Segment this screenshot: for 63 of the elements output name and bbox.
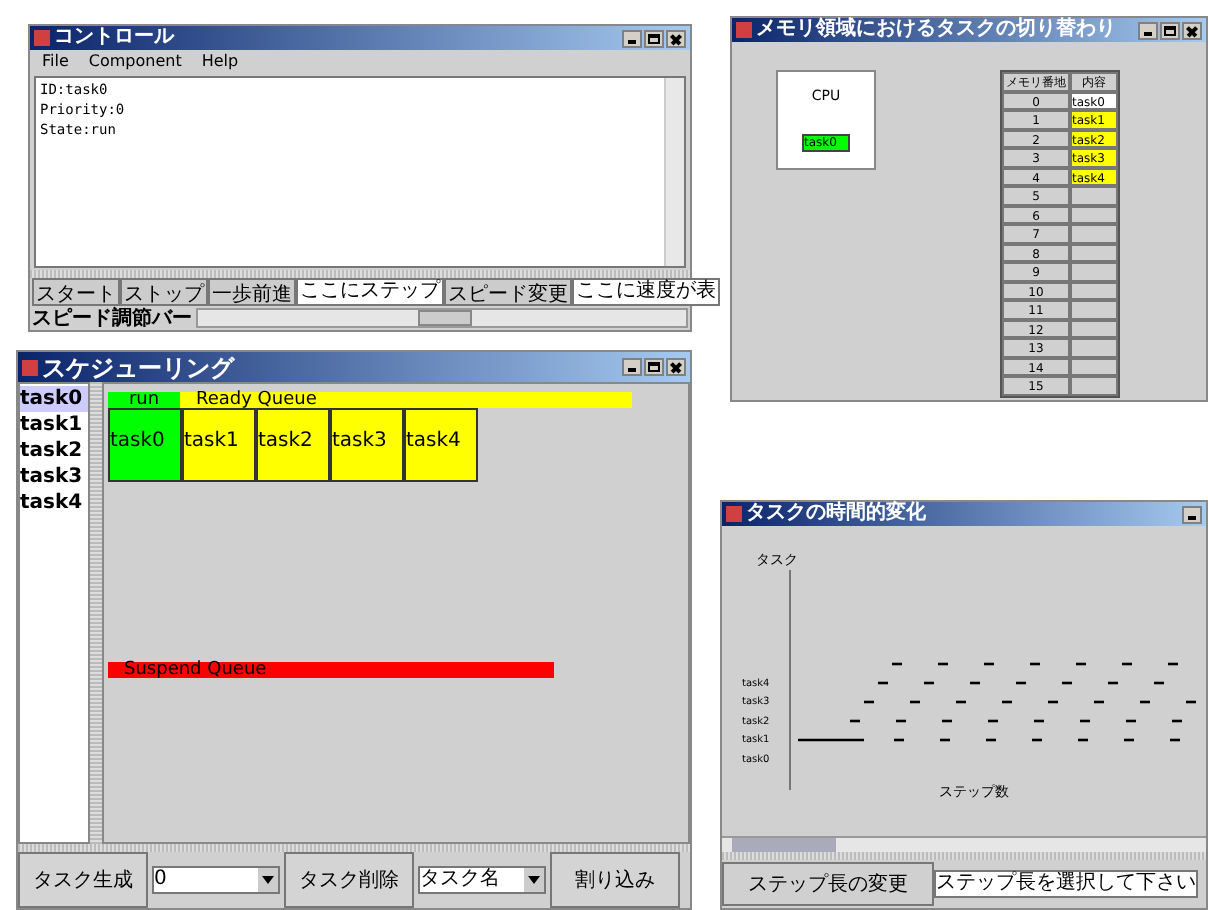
toolbar-button[interactable]: スピード変更 (444, 278, 572, 306)
empty-table-cell (1070, 357, 1118, 376)
speed-label: スピード調節バー (32, 304, 194, 332)
window-title: メモリ領域におけるタスクの切り替わり (756, 20, 1116, 40)
list-item[interactable]: task1 (20, 412, 88, 438)
empty-table-cell (1070, 205, 1118, 224)
list-item[interactable]: task0 (20, 386, 88, 412)
action-button[interactable]: 割り込み (550, 852, 680, 908)
minimize-button[interactable] (622, 29, 642, 47)
minimize-button[interactable] (1138, 21, 1158, 39)
input-field[interactable]: ここに速度が表 (572, 278, 720, 306)
task-block: task1 (182, 408, 256, 482)
task-block: task2 (256, 408, 330, 482)
app-icon (22, 359, 38, 375)
minimize-button[interactable] (1182, 505, 1202, 523)
empty-table-cell (1070, 186, 1118, 205)
empty-table-cell (1070, 224, 1118, 243)
slider-thumb[interactable] (417, 310, 471, 326)
speed-slider-track[interactable] (196, 308, 688, 328)
list-item[interactable]: task3 (20, 464, 88, 490)
empty-table-cell (1070, 376, 1118, 395)
window-title: タスクの時間的変化 (746, 504, 926, 524)
maximize-button[interactable] (644, 29, 664, 47)
task-block: task0 (108, 408, 182, 482)
task-block: task3 (330, 408, 404, 482)
step-button[interactable]: ステップ長の変更 (722, 862, 934, 906)
input-field[interactable]: ここにステップ (296, 278, 444, 306)
suspend-queue-label: Suspend Queue (108, 662, 554, 678)
action-button[interactable]: タスク生成 (18, 852, 148, 908)
empty-table-cell (1070, 300, 1118, 319)
toolbar-button[interactable]: 一歩前進 (208, 278, 296, 306)
window-title: スケジューリング (42, 355, 234, 379)
run-label: run (108, 392, 180, 408)
input-field[interactable]: ステップ長を選択して下さい (934, 870, 1198, 898)
ready-queue-label: Ready Queue (180, 392, 632, 408)
window-title: コントロール (54, 28, 174, 48)
scrollbar[interactable] (664, 78, 684, 266)
menu-item[interactable]: File (42, 52, 69, 72)
maximize-button[interactable] (644, 358, 664, 376)
close-button[interactable] (1182, 21, 1202, 39)
menu-item[interactable]: Help (201, 52, 239, 72)
toolbar-button[interactable]: ストップ (120, 278, 208, 306)
app-icon (726, 506, 742, 522)
maximize-button[interactable] (1160, 21, 1180, 39)
empty-table-cell (1070, 262, 1118, 281)
menu-item[interactable]: Component (88, 52, 182, 72)
action-button[interactable]: タスク削除 (284, 852, 414, 908)
dropdown[interactable]: 0 (152, 866, 280, 894)
list-item[interactable]: task4 (20, 490, 88, 516)
empty-table-cell (1070, 281, 1118, 300)
toolbar-button[interactable]: スタート (32, 278, 120, 306)
list-item[interactable]: task2 (20, 438, 88, 464)
minimize-button[interactable] (622, 358, 642, 376)
close-button[interactable] (666, 358, 686, 376)
app-icon (34, 30, 50, 46)
empty-table-cell (1070, 338, 1118, 357)
close-button[interactable] (666, 29, 686, 47)
app-icon (736, 22, 752, 38)
empty-table-cell (1070, 319, 1118, 338)
empty-table-cell (1070, 243, 1118, 262)
task-block: task4 (404, 408, 478, 482)
scrollbar[interactable] (722, 836, 1206, 852)
dropdown[interactable]: タスク名 (418, 866, 546, 894)
